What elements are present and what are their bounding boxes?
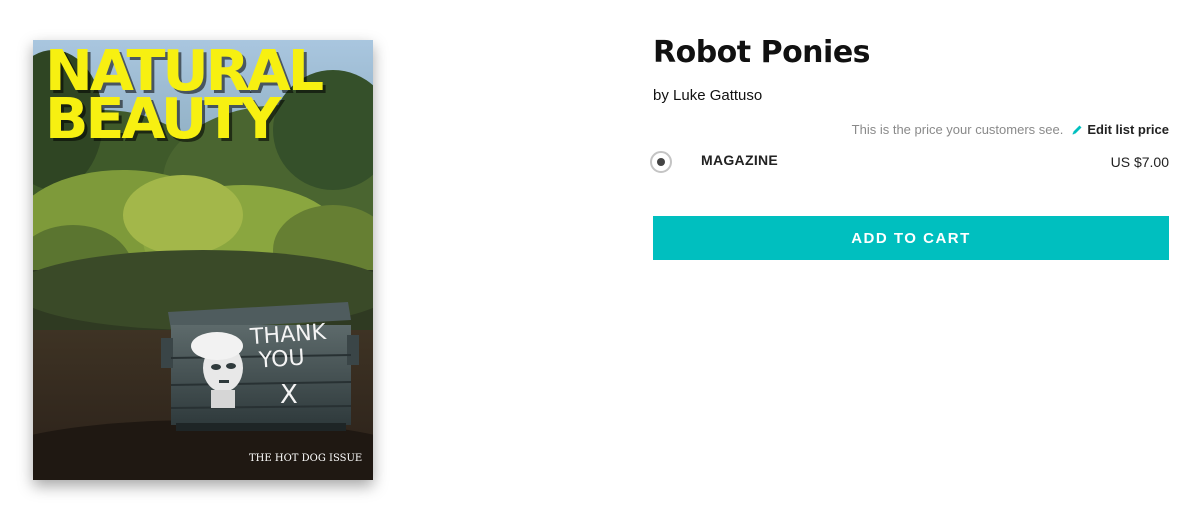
edit-list-price-link[interactable]: Edit list price: [1071, 122, 1169, 137]
edit-list-price-label: Edit list price: [1087, 122, 1169, 137]
add-to-cart-button[interactable]: ADD TO CART: [653, 216, 1169, 260]
radio-selected-dot: [657, 158, 665, 166]
format-option-price: US $7.00: [1110, 154, 1169, 170]
product-author: by Luke Gattuso: [653, 87, 763, 104]
format-option-magazine[interactable]: MAGAZINE US $7.00: [650, 150, 1169, 180]
product-page: NATURAL BEAUTY THANK YOU X THE HOT DOG I…: [0, 0, 1200, 510]
format-radio[interactable]: [650, 151, 672, 173]
format-option-label: MAGAZINE: [701, 152, 779, 168]
cover-title: NATURAL BEAUTY: [45, 44, 324, 148]
graffiti-x: X: [280, 380, 298, 410]
magazine-cover[interactable]: NATURAL BEAUTY THANK YOU X THE HOT DOG I…: [33, 40, 373, 480]
graffiti-text: THANK YOU: [249, 319, 327, 374]
price-note-row: This is the price your customers see. Ed…: [852, 122, 1169, 137]
price-note: This is the price your customers see.: [851, 122, 1064, 137]
pencil-icon: [1072, 125, 1082, 134]
product-title: Robot Ponies: [653, 35, 871, 70]
cover-subtitle: THE HOT DOG ISSUE: [249, 453, 363, 464]
